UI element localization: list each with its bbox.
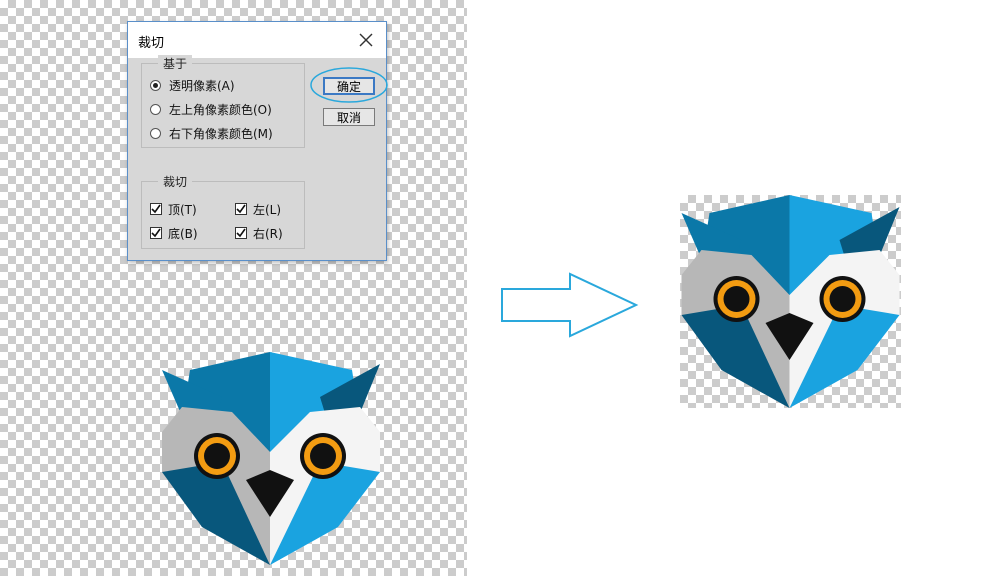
radio-button[interactable] bbox=[150, 127, 161, 139]
radio-transparent-pixels[interactable]: 透明像素(A) bbox=[150, 76, 235, 94]
checkbox-label: 右(R) bbox=[253, 226, 283, 241]
checkmark-icon bbox=[151, 228, 161, 238]
checkbox-checked[interactable] bbox=[235, 203, 247, 215]
radio-label: 透明像素(A) bbox=[169, 78, 235, 93]
close-icon bbox=[359, 33, 373, 47]
crop-dialog: 裁切 基于 透明像素(A) 左上角像素颜色(O) 右下角像素颜色(M) 裁切 顶… bbox=[127, 21, 388, 261]
checkbox-top[interactable]: 顶(T) bbox=[150, 200, 197, 218]
dialog-titlebar: 裁切 bbox=[128, 22, 386, 58]
right-arrow-icon bbox=[501, 272, 639, 338]
close-button[interactable] bbox=[350, 26, 382, 54]
crop-group: 裁切 顶(T) 左(L) 底(B) 右(R) bbox=[141, 173, 305, 249]
basis-group: 基于 透明像素(A) 左上角像素颜色(O) 右下角像素颜色(M) bbox=[141, 55, 305, 148]
checkbox-label: 顶(T) bbox=[168, 202, 197, 217]
checkbox-label: 底(B) bbox=[168, 226, 198, 241]
checkbox-checked[interactable] bbox=[150, 203, 162, 215]
checkbox-checked[interactable] bbox=[150, 227, 162, 239]
ok-button[interactable]: 确定 bbox=[323, 77, 375, 95]
dialog-title: 裁切 bbox=[138, 36, 165, 51]
checkbox-checked[interactable] bbox=[235, 227, 247, 239]
basis-legend: 基于 bbox=[158, 55, 193, 72]
crop-legend: 裁切 bbox=[158, 173, 193, 190]
checkmark-icon bbox=[151, 204, 161, 214]
checkmark-icon bbox=[236, 204, 246, 214]
radio-label: 右下角像素颜色(M) bbox=[169, 126, 273, 141]
checkbox-right[interactable]: 右(R) bbox=[235, 224, 283, 242]
radio-button-selected[interactable] bbox=[150, 79, 161, 91]
checkmark-icon bbox=[236, 228, 246, 238]
radio-top-left-color[interactable]: 左上角像素颜色(O) bbox=[150, 100, 272, 118]
owl-before-image bbox=[162, 352, 380, 565]
cancel-button[interactable]: 取消 bbox=[323, 108, 375, 126]
checkbox-label: 左(L) bbox=[253, 202, 282, 217]
radio-button[interactable] bbox=[150, 103, 161, 115]
radio-label: 左上角像素颜色(O) bbox=[169, 102, 272, 117]
checkbox-left[interactable]: 左(L) bbox=[235, 200, 281, 218]
owl-after-image bbox=[681, 195, 900, 408]
radio-bottom-right-color[interactable]: 右下角像素颜色(M) bbox=[150, 124, 273, 142]
checkbox-bottom[interactable]: 底(B) bbox=[150, 224, 198, 242]
